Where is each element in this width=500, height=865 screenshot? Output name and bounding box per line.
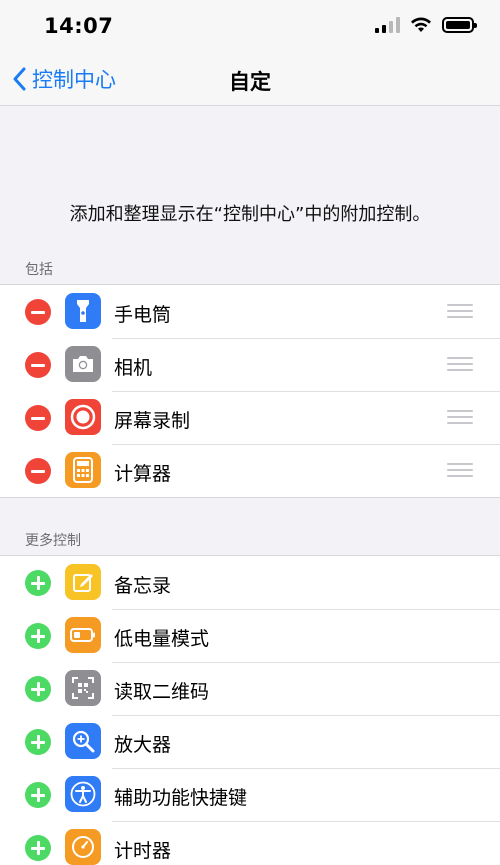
section-header-included: 包括 — [25, 262, 53, 278]
list-item: 放大器 — [0, 715, 500, 768]
accessibility-icon — [65, 776, 101, 812]
description-text: 添加和整理显示在“控制中心”中的附加控制。 — [69, 204, 431, 225]
drag-handle-icon[interactable] — [447, 357, 473, 371]
qr-code-icon — [65, 670, 101, 706]
add-button[interactable] — [25, 570, 51, 596]
list-item-label: 读取二维码 — [114, 681, 210, 703]
list-item: 读取二维码 — [0, 662, 500, 715]
included-list: 手电筒 相机 屏幕录制 计算器 — [0, 284, 500, 498]
list-item-label: 放大器 — [114, 734, 172, 756]
drag-handle-icon[interactable] — [447, 463, 473, 477]
drag-handle-icon[interactable] — [447, 410, 473, 424]
wifi-icon — [411, 17, 431, 32]
list-item: 手电筒 — [0, 285, 500, 338]
list-item: 计算器 — [0, 444, 500, 497]
add-button[interactable] — [25, 623, 51, 649]
calculator-icon — [65, 452, 101, 488]
page-title: 自定 — [229, 70, 271, 94]
battery-icon — [442, 16, 477, 33]
list-item-label: 屏幕录制 — [114, 410, 191, 432]
list-item-label: 备忘录 — [114, 575, 172, 597]
list-item-label: 计时器 — [114, 840, 172, 862]
list-item-label: 辅助功能快捷键 — [114, 787, 248, 809]
add-button[interactable] — [25, 729, 51, 755]
remove-button[interactable] — [25, 405, 51, 431]
more-controls-list: 备忘录 低电量模式 读取二维码 放大器 辅助功能快捷键 计时器 — [0, 555, 500, 865]
drag-handle-icon[interactable] — [447, 304, 473, 318]
notes-icon — [65, 564, 101, 600]
list-item: 辅助功能快捷键 — [0, 768, 500, 821]
list-item: 屏幕录制 — [0, 391, 500, 444]
status-time: 14:07 — [44, 14, 114, 38]
timer-icon — [65, 829, 101, 865]
magnifier-icon — [65, 723, 101, 759]
remove-button[interactable] — [25, 352, 51, 378]
section-header-more: 更多控制 — [25, 533, 81, 549]
status-bar: 14:07 — [0, 0, 500, 52]
list-item-label: 手电筒 — [114, 304, 172, 326]
add-button[interactable] — [25, 835, 51, 861]
list-item: 备忘录 — [0, 556, 500, 609]
list-item-label: 相机 — [114, 357, 153, 379]
screen-record-icon — [65, 399, 101, 435]
flashlight-icon — [65, 293, 101, 329]
camera-icon — [65, 346, 101, 382]
add-button[interactable] — [25, 676, 51, 702]
list-item: 低电量模式 — [0, 609, 500, 662]
navigation-bar: 控制中心 自定 — [0, 52, 500, 106]
list-item: 相机 — [0, 338, 500, 391]
remove-button[interactable] — [25, 299, 51, 325]
cellular-signal-icon — [375, 16, 400, 33]
list-item-label: 计算器 — [114, 463, 172, 485]
low-power-icon — [65, 617, 101, 653]
add-button[interactable] — [25, 782, 51, 808]
list-item: 计时器 — [0, 821, 500, 865]
remove-button[interactable] — [25, 458, 51, 484]
status-icons — [375, 16, 477, 33]
list-item-label: 低电量模式 — [114, 628, 210, 650]
